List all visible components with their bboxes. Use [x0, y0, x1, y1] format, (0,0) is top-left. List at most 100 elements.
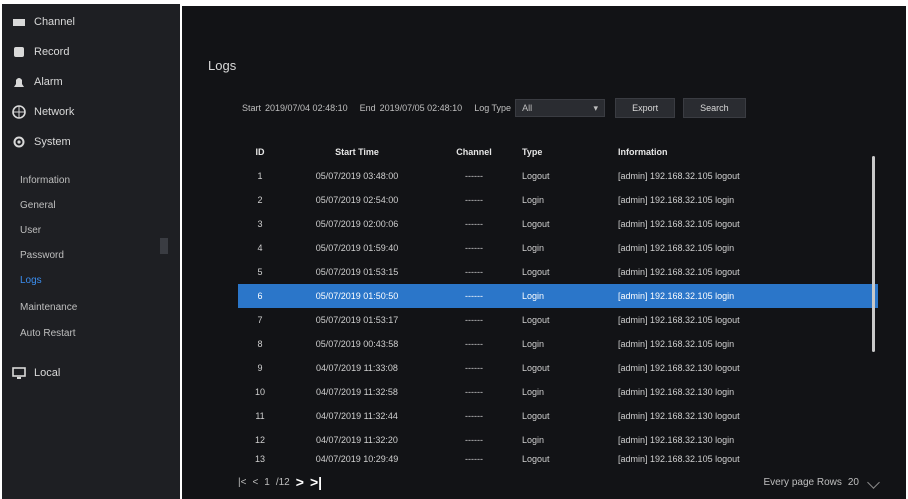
cell-type: Logout	[522, 267, 550, 277]
cell-type: Login	[522, 195, 545, 205]
table-row[interactable]: 1 05/07/2019 03:48:00 ------ Logout [adm…	[238, 164, 878, 188]
cell-information: [admin] 192.168.32.105 login	[618, 291, 735, 301]
log-type-label: Log Type	[474, 103, 512, 113]
cell-type: Login	[522, 387, 545, 397]
table-row[interactable]: 9 04/07/2019 11:33:08 ------ Logout [adm…	[238, 356, 878, 380]
rows-per-page-select[interactable]: 20	[848, 477, 859, 488]
start-label: Start	[242, 103, 262, 113]
cell-start-time: 04/07/2019 11:32:44	[316, 411, 398, 421]
sidebar-collapse-handle[interactable]	[160, 238, 168, 254]
submenu-item-auto-restart[interactable]: Auto Restart	[20, 328, 76, 339]
cell-id: 13	[254, 454, 265, 464]
cell-channel: ------	[465, 435, 483, 445]
app-window: Channel Record Alarm Network System Info…	[0, 0, 908, 499]
page-count: /12	[275, 476, 290, 488]
cell-information: [admin] 192.168.32.130 login	[618, 387, 735, 397]
table-row[interactable]: 7 05/07/2019 01:53:17 ------ Logout [adm…	[238, 308, 878, 332]
cell-channel: ------	[465, 363, 483, 373]
table-row-selected[interactable]: 6 05/07/2019 01:50:50 ------ Login [admi…	[238, 284, 878, 308]
table-row[interactable]: 4 05/07/2019 01:59:40 ------ Login [admi…	[238, 236, 878, 260]
cell-information: [admin] 192.168.32.130 logout	[618, 411, 740, 421]
cell-type: Login	[522, 291, 545, 301]
cell-id: 4	[257, 243, 263, 253]
cell-information: [admin] 192.168.32.105 logout	[618, 315, 740, 325]
cell-type: Logout	[522, 315, 550, 325]
table-row[interactable]: 3 05/07/2019 02:00:06 ------ Logout [adm…	[238, 212, 878, 236]
cell-channel: ------	[465, 195, 483, 205]
cell-start-time: 05/07/2019 01:53:15	[315, 267, 399, 277]
search-button[interactable]: Search	[683, 98, 746, 118]
pagination-bar: |< < 1 /12 > >| Every page Rows 20	[238, 471, 880, 493]
table-row[interactable]: 13 04/07/2019 10:29:49 ------ Logout [ad…	[238, 452, 878, 466]
submenu-item-information[interactable]: Information	[20, 175, 70, 186]
sidebar-item-label: System	[34, 136, 71, 148]
cell-id: 5	[257, 267, 263, 277]
submenu-item-maintenance[interactable]: Maintenance	[20, 302, 77, 313]
current-page-field[interactable]: 1	[264, 477, 270, 488]
cell-information: [admin] 192.168.32.105 logout	[618, 219, 740, 229]
table-row[interactable]: 5 05/07/2019 01:53:15 ------ Logout [adm…	[238, 260, 878, 284]
cell-information: [admin] 192.168.32.130 login	[618, 435, 735, 445]
sidebar-item-label: Network	[34, 106, 75, 118]
cell-channel: ------	[465, 339, 483, 349]
end-time-field[interactable]: 2019/07/05 02:48:10	[380, 103, 463, 113]
last-page-button[interactable]: >|	[310, 474, 322, 490]
cell-start-time: 04/07/2019 11:32:20	[316, 435, 398, 445]
submenu-item-password[interactable]: Password	[20, 250, 64, 261]
network-icon	[12, 105, 26, 119]
cell-channel: ------	[465, 243, 483, 253]
start-time-field[interactable]: 2019/07/04 02:48:10	[265, 103, 348, 113]
chevron-down-icon[interactable]	[867, 475, 880, 489]
cell-channel: ------	[465, 267, 483, 277]
chevron-down-icon: ▾	[593, 102, 599, 113]
cell-id: 11	[255, 411, 265, 421]
submenu-item-logs[interactable]: Logs	[20, 275, 42, 286]
sidebar-item-label: Record	[34, 46, 70, 58]
prev-page-button[interactable]: <	[252, 477, 258, 488]
page-title: Logs	[208, 58, 237, 73]
cell-channel: ------	[465, 454, 483, 464]
table-scrollbar[interactable]	[872, 156, 875, 352]
table-row[interactable]: 11 04/07/2019 11:32:44 ------ Logout [ad…	[238, 404, 878, 428]
first-page-button[interactable]: |<	[238, 477, 246, 488]
cell-type: Login	[522, 435, 545, 445]
table-row[interactable]: 10 04/07/2019 11:32:58 ------ Login [adm…	[238, 380, 878, 404]
sidebar-item-channel[interactable]: Channel	[2, 8, 180, 36]
camera-icon	[12, 15, 26, 29]
sidebar-item-record[interactable]: Record	[2, 38, 180, 66]
sidebar-item-network[interactable]: Network	[2, 98, 180, 126]
sidebar-item-local[interactable]: Local	[2, 359, 180, 387]
cell-start-time: 04/07/2019 11:33:08	[316, 363, 398, 373]
cell-information: [admin] 192.168.32.130 logout	[618, 363, 740, 373]
cell-start-time: 04/07/2019 10:29:49	[315, 454, 399, 464]
cell-id: 8	[257, 339, 263, 349]
sidebar-item-system[interactable]: System	[2, 128, 180, 156]
table-row[interactable]: 8 05/07/2019 00:43:58 ------ Login [admi…	[238, 332, 878, 356]
cell-channel: ------	[465, 411, 483, 421]
next-page-button[interactable]: >	[296, 474, 304, 490]
submenu-item-user[interactable]: User	[20, 225, 41, 236]
cell-id: 12	[254, 435, 265, 445]
cell-id: 2	[257, 195, 263, 205]
table-row[interactable]: 2 05/07/2019 02:54:00 ------ Login [admi…	[238, 188, 878, 212]
cell-channel: ------	[465, 291, 483, 301]
log-type-select[interactable]: All ▾	[515, 99, 606, 117]
record-icon	[12, 45, 26, 59]
sidebar-item-label: Local	[34, 367, 61, 379]
table-row[interactable]: 12 04/07/2019 11:32:20 ------ Login [adm…	[238, 428, 878, 452]
cell-start-time: 05/07/2019 02:54:00	[315, 195, 399, 205]
export-button[interactable]: Export	[615, 98, 676, 118]
sidebar-item-label: Alarm	[34, 76, 63, 88]
cell-type: Login	[522, 339, 545, 349]
cell-start-time: 05/07/2019 01:50:50	[315, 291, 399, 301]
cell-type: Logout	[522, 363, 550, 373]
sidebar: Channel Record Alarm Network System Info…	[2, 4, 180, 499]
rows-per-page-label: Every page Rows	[763, 476, 842, 488]
cell-start-time: 05/07/2019 01:59:40	[315, 243, 399, 253]
cell-start-time: 04/07/2019 11:32:58	[316, 387, 398, 397]
cell-type: Logout	[522, 219, 550, 229]
header-type: Type	[522, 147, 543, 157]
submenu-item-general[interactable]: General	[20, 200, 56, 211]
monitor-icon	[12, 366, 26, 380]
sidebar-item-alarm[interactable]: Alarm	[2, 68, 180, 96]
